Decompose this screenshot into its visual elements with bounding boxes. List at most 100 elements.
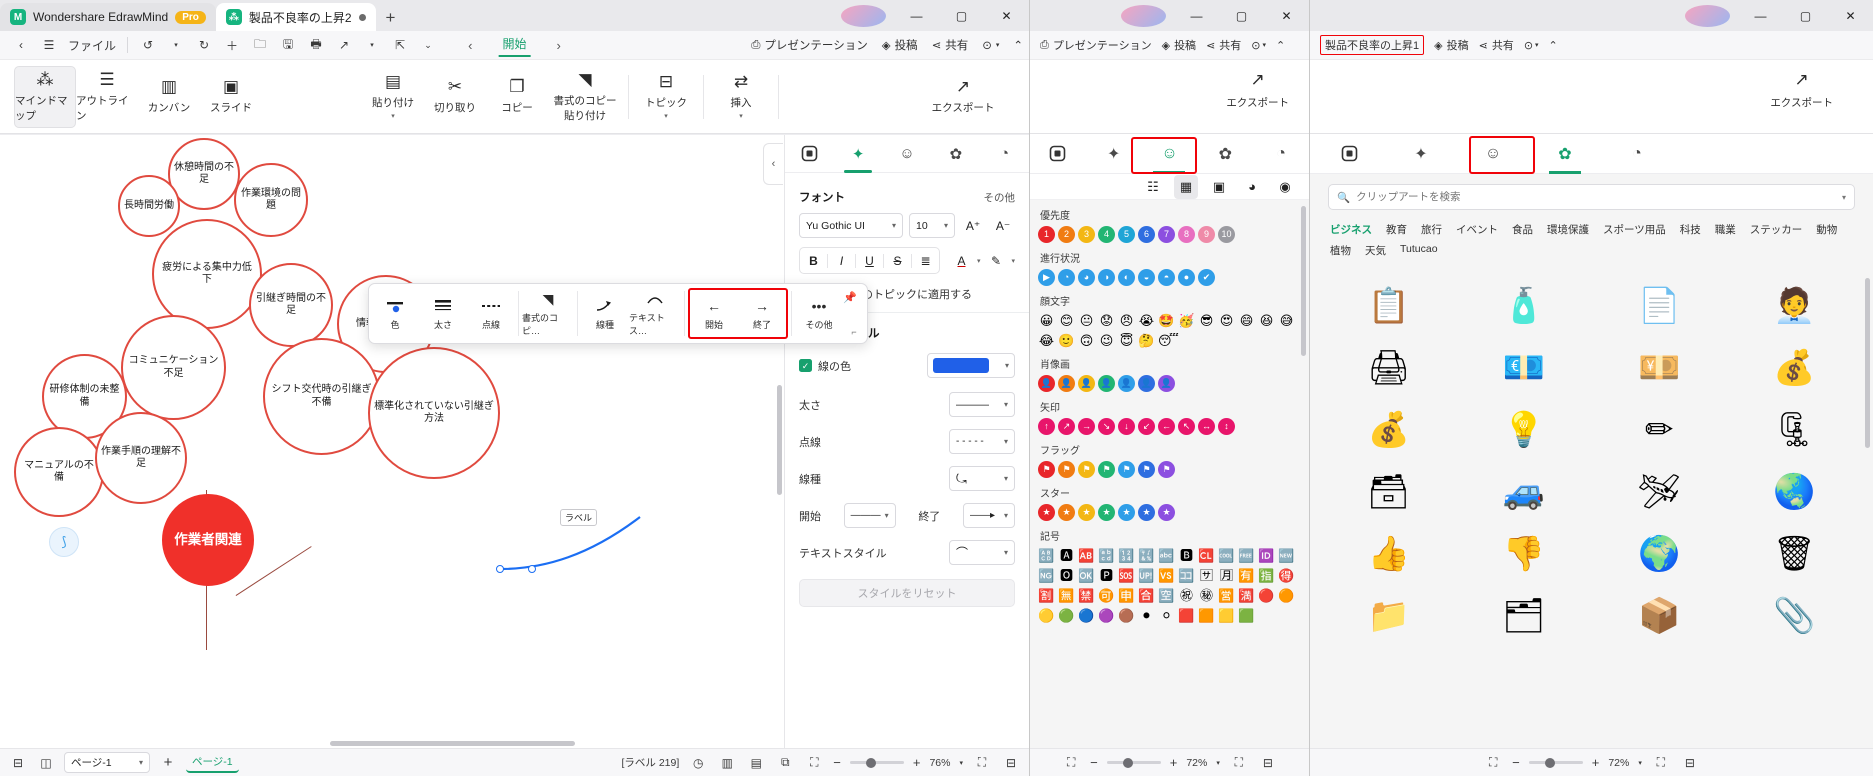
clipart-item[interactable]: 💴 <box>1597 342 1722 394</box>
clipart-category[interactable]: ビジネス <box>1330 222 1372 237</box>
symbol-item[interactable]: 😭 <box>1138 312 1155 329</box>
align-button[interactable]: ≣ <box>913 249 938 272</box>
symbol-scroll-area[interactable]: 優先度 1 2 3 4 5 6 7 8 9 10 進行状況 ▶ ◔ ◕ ◑ ◐ ◒ ◓ ● ✔ 顔文字 😀 😊 😐 😟 😠… <box>1030 200 1309 625</box>
redo-button[interactable]: ↻ <box>191 33 217 57</box>
hamburger-icon[interactable]: ☰ <box>36 33 62 57</box>
symbol-item[interactable]: 🈳 <box>1158 587 1175 604</box>
clipart-item[interactable]: 🧴 <box>1461 280 1586 332</box>
symbol-item[interactable]: ★ <box>1038 504 1055 521</box>
split-view-icon[interactable]: ⊟ <box>1680 753 1700 773</box>
symbol-item[interactable]: 🟥 <box>1178 607 1195 624</box>
symbol-item[interactable]: 👤 <box>1078 375 1095 392</box>
symbol-item[interactable]: 🙂 <box>1058 332 1075 349</box>
clipart-category[interactable]: 職業 <box>1715 222 1736 237</box>
clipart-category[interactable]: 動物 <box>1816 222 1837 237</box>
close-button[interactable]: ✕ <box>1828 0 1873 31</box>
mindmap-node[interactable]: 作業環境の問題 <box>234 163 308 237</box>
tab-history[interactable]: ◔ <box>985 139 1025 169</box>
chevron-down-icon[interactable]: ▾ <box>977 257 981 265</box>
tab-clipart[interactable]: ✿ <box>936 139 976 169</box>
clipart-search-bar[interactable]: 🔍 ▾ <box>1328 184 1855 210</box>
clipart-item[interactable]: ✏ <box>1597 404 1722 456</box>
page-tab-1[interactable]: ページ-1 <box>186 752 239 773</box>
symbol-item[interactable]: 🈺 <box>1218 587 1235 604</box>
symbol-item[interactable]: 🔣 <box>1138 547 1155 564</box>
share-button[interactable]: ⋖ 共有 <box>1206 37 1241 53</box>
post-button[interactable]: ◈ 投稿 <box>1434 37 1468 53</box>
avatar[interactable] <box>1121 5 1166 27</box>
symbol-item[interactable]: 🔤 <box>1158 547 1175 564</box>
symbol-item[interactable]: 👤 <box>1138 375 1155 392</box>
symbol-item[interactable]: ▶ <box>1038 269 1055 286</box>
symbol-item[interactable]: ㊙ <box>1198 587 1215 604</box>
emoticon-symbol-grid[interactable]: 😀 😊 😐 😟 😠 😭 🤩 🥳 😎 😍 😄 😆 😅 😂 🙂 🙃 😉 😇 🤔 😴 <box>1030 312 1309 349</box>
close-button[interactable]: ✕ <box>1264 0 1309 31</box>
clipart-item[interactable]: 📄 <box>1597 280 1722 332</box>
ctx-line-dash-button[interactable]: 点線 <box>467 288 515 339</box>
avatar[interactable] <box>1685 5 1730 27</box>
mindmap-node[interactable]: コミュニケーション不足 <box>121 315 226 420</box>
symbol-item[interactable]: ✔ <box>1198 269 1215 286</box>
symbol-item[interactable]: 6 <box>1138 226 1155 243</box>
symbol-item[interactable]: 🅱 <box>1178 547 1195 564</box>
add-page-button[interactable]: + <box>158 753 178 773</box>
insert-caret-icon[interactable]: ▾ <box>739 112 743 120</box>
symbol-item[interactable]: ★ <box>1158 504 1175 521</box>
symbol-item[interactable]: ↓ <box>1118 418 1135 435</box>
tab-ai-style[interactable]: ✦ <box>1093 139 1135 169</box>
line-type-select[interactable]: ⤿ ▾ <box>949 466 1015 491</box>
zoom-caret-icon[interactable]: ▾ <box>1216 759 1220 767</box>
search-input[interactable] <box>1356 191 1836 203</box>
more-caret-icon[interactable]: ⌄ <box>415 33 441 57</box>
canvas-horizontal-scrollbar[interactable] <box>330 741 575 746</box>
mindmap-node[interactable]: 作業手順の理解不足 <box>95 412 187 504</box>
symbol-item[interactable]: 🤩 <box>1158 312 1175 329</box>
zoom-caret-icon[interactable]: ▾ <box>1638 759 1642 767</box>
grid-icon[interactable]: ▥ <box>717 753 737 773</box>
symbol-item[interactable]: ◕ <box>1078 269 1095 286</box>
tab-home[interactable]: 開始 <box>498 35 531 57</box>
symbol-item[interactable]: 🟠 <box>1278 587 1295 604</box>
symbol-item[interactable]: 😊 <box>1058 312 1075 329</box>
text-style-select[interactable]: ⌒ ▾ <box>949 540 1015 565</box>
fullscreen-icon[interactable]: ⛶ <box>804 753 824 773</box>
add-emoji-icon[interactable]: ◕ <box>1240 175 1264 199</box>
font-color-button[interactable]: A <box>952 249 971 273</box>
symbol-item[interactable]: 🆒 <box>1218 547 1235 564</box>
symbol-item[interactable]: 🈯 <box>1258 567 1275 584</box>
symbol-item[interactable]: 🉑 <box>1098 587 1115 604</box>
topic-caret-icon[interactable]: ▾ <box>664 112 668 120</box>
list-view-icon[interactable]: ☷ <box>1141 175 1165 199</box>
underline-button[interactable]: U <box>857 249 882 272</box>
clipart-category[interactable]: 旅行 <box>1421 222 1442 237</box>
symbol-item[interactable]: 🈹 <box>1038 587 1055 604</box>
presentation-button[interactable]: ⎙ プレゼンテーション <box>751 37 867 53</box>
panel-collapse-button[interactable]: ‹ <box>763 143 783 185</box>
tab-clipart[interactable]: ✿ <box>1204 139 1246 169</box>
mindmap-node[interactable]: 疲労による集中力低下 <box>152 219 262 329</box>
symbol-item[interactable]: 🅾 <box>1058 567 1075 584</box>
clipart-item[interactable]: 🌏 <box>1732 466 1857 518</box>
tab-emoji[interactable]: ☺ <box>1148 139 1190 174</box>
export-button[interactable]: ↗ エクスポート <box>1226 70 1289 110</box>
symbol-item[interactable]: 😇 <box>1118 332 1135 349</box>
symbol-item[interactable]: ⚑ <box>1078 461 1095 478</box>
symbol-item[interactable]: 😆 <box>1258 312 1275 329</box>
file-menu[interactable]: ファイル <box>64 33 120 57</box>
share-button[interactable]: ⋖ 共有 <box>932 37 969 53</box>
minimize-button[interactable]: — <box>1738 0 1783 31</box>
avatar[interactable] <box>841 5 886 27</box>
copy-button[interactable]: ❐ コピー <box>486 66 548 128</box>
priority-symbol-grid[interactable]: 1 2 3 4 5 6 7 8 9 10 <box>1030 226 1309 243</box>
symbol-item[interactable]: ★ <box>1138 504 1155 521</box>
symbol-item[interactable]: 👤 <box>1038 375 1055 392</box>
clipart-item[interactable]: 👎 <box>1461 528 1586 580</box>
clipart-category[interactable]: ステッカー <box>1750 222 1803 237</box>
mindmap-node[interactable]: 引継ぎ時間の不足 <box>249 263 333 347</box>
clipart-grid[interactable]: 📋 🧴 📄 🧑‍💼 🖨 💶 💴 💰 💰 💡 ✏ 🗜 🗃 🚙 🛩 🌏 👍 👎 🌍 🗑 📁 🗂 📦 📎 <box>1310 268 1873 654</box>
zoom-slider-knob[interactable] <box>1544 757 1555 768</box>
symbol-item[interactable]: ● <box>1178 269 1195 286</box>
symbol-item[interactable]: 🟢 <box>1058 607 1075 624</box>
symbol-item[interactable]: 🙃 <box>1078 332 1095 349</box>
italic-button[interactable]: I <box>829 249 854 272</box>
